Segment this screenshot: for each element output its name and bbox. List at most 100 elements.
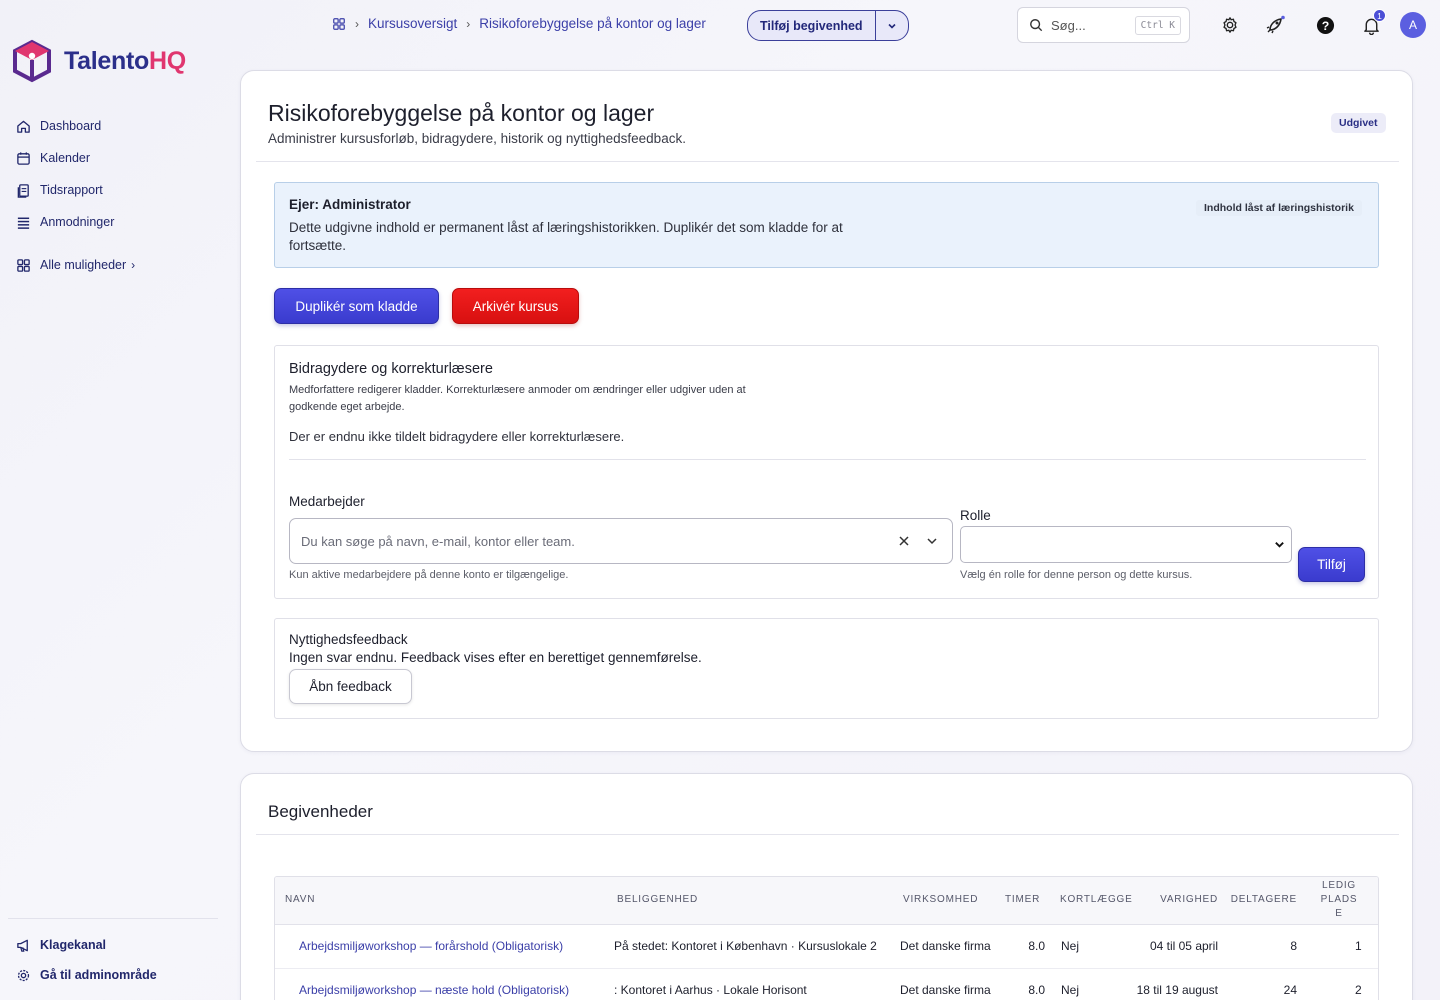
owner-label: Ejer: Administrator — [289, 197, 411, 212]
contributors-title: Bidragydere og korrekturlæsere — [289, 361, 493, 377]
column-header[interactable]: TIMER — [998, 877, 1047, 925]
divider — [256, 161, 1399, 162]
add-contributor-button[interactable]: Tilføj — [1298, 547, 1365, 582]
events-card: Begivenheder NAVN BELIGGENHED VIRKSOMHED… — [240, 773, 1413, 1000]
column-header[interactable]: VIRKSOMHED — [890, 877, 998, 925]
column-header[interactable]: VARIGHED — [1133, 877, 1223, 925]
sidebar-item-klagekanal[interactable]: Klagekanal — [8, 930, 218, 960]
rocket-icon[interactable] — [1264, 14, 1286, 36]
sidebar-item-kalender[interactable]: Kalender — [16, 142, 216, 174]
event-seats: 1 — [1307, 924, 1378, 969]
search-icon — [1030, 19, 1043, 32]
column-header[interactable]: BELIGGENHED — [603, 877, 890, 925]
logo-text: TalentoHQ — [64, 46, 186, 75]
sidebar-bottom: Klagekanal Gå til adminområde — [8, 918, 218, 990]
status-badge: Udgivet — [1331, 113, 1386, 133]
employee-label: Medarbejder — [289, 494, 365, 509]
chevron-right-icon: › — [466, 16, 471, 31]
notification-badge: 1 — [1373, 9, 1386, 22]
employee-combobox[interactable]: Du kan søge på navn, e-mail, kontor elle… — [289, 518, 953, 564]
page-title: Risikoforebyggelse på kontor og lager — [268, 100, 655, 126]
feedback-title: Nyttighedsfeedback — [289, 632, 408, 647]
events-title: Begivenheder — [268, 802, 373, 821]
role-select[interactable] — [960, 526, 1292, 563]
search-placeholder: Søg... — [1051, 17, 1086, 33]
chevron-down-icon[interactable] — [926, 535, 938, 547]
table-row[interactable]: Arbejdsmiljøworkshop — næste hold (Oblig… — [275, 968, 1378, 1000]
sidebar-item-label: Kalender — [40, 151, 91, 165]
contributors-empty: Der er endnu ikke tildelt bidragydere el… — [289, 429, 625, 444]
list-icon — [17, 217, 30, 229]
event-seats: 2 — [1307, 968, 1378, 1000]
sidebar-nav: Dashboard Kalender Tidsrapport Anmodning… — [16, 110, 216, 281]
add-event-button[interactable]: Tilføj begivenhed — [748, 11, 875, 40]
settings-icon[interactable] — [1219, 14, 1241, 36]
search-shortcut: Ctrl K — [1134, 15, 1181, 35]
grid-icon[interactable] — [332, 17, 346, 31]
column-header[interactable]: KORTLÆGGE — [1047, 877, 1133, 925]
breadcrumb-current[interactable]: Risikoforebyggelse på kontor og lager — [479, 16, 706, 31]
help-icon[interactable]: ? — [1314, 14, 1336, 36]
contributors-panel: Bidragydere og korrekturlæsere Medforfat… — [274, 345, 1379, 599]
event-mapping: Nej — [1047, 968, 1133, 1000]
sidebar-item-anmodninger[interactable]: Anmodninger — [16, 206, 216, 238]
role-hint: Vælg én rolle for denne person og dette … — [960, 569, 1193, 581]
bell-icon[interactable]: 1 — [1360, 9, 1386, 36]
feedback-text: Ingen svar endnu. Feedback vises efter e… — [289, 650, 702, 665]
search-input[interactable]: Søg... Ctrl K — [1017, 7, 1190, 43]
employee-hint: Kun aktive medarbejdere på denne konto e… — [289, 569, 569, 581]
lock-notice: Dette udgivne indhold er permanent låst … — [289, 220, 843, 253]
megaphone-icon — [17, 939, 28, 952]
lock-badge: Indhold låst af læringshistorik — [1196, 200, 1362, 216]
breadcrumb-link[interactable]: Kursusoversigt — [368, 16, 457, 31]
document-icon — [17, 183, 29, 198]
divider — [289, 459, 1366, 460]
column-header[interactable]: NAVN — [275, 877, 603, 925]
sidebar-item-label: Gå til adminområde — [40, 968, 157, 982]
employee-placeholder: Du kan søge på navn, e-mail, kontor elle… — [301, 533, 575, 549]
chevron-right-icon: › — [355, 16, 359, 31]
chevron-down-icon — [887, 23, 896, 29]
event-hours: 8.0 — [998, 968, 1047, 1000]
table-row[interactable]: Arbejdsmiljøworkshop — forårshold (Oblig… — [275, 924, 1378, 969]
archive-course-button[interactable]: Arkivér kursus — [452, 288, 579, 324]
event-company: Det danske firma — [890, 968, 998, 1000]
sidebar-item-label: Anmodninger — [40, 215, 115, 229]
page-subtitle: Administrer kursusforløb, bidragydere, h… — [268, 131, 686, 146]
event-name-link[interactable]: Arbejdsmiljøworkshop — næste hold (Oblig… — [275, 968, 603, 1000]
add-event-split-button: Tilføj begivenhed — [747, 10, 909, 41]
event-company: Det danske firma — [890, 924, 998, 969]
sidebar-item-admin[interactable]: Gå til adminområde — [8, 960, 218, 990]
sidebar-item-label: Alle muligheder — [40, 258, 127, 272]
home-icon — [17, 120, 30, 133]
event-location: : Kontoret i Aarhus · Lokale Horisont — [603, 968, 890, 1000]
topbar: › Kursusoversigt › Risikoforebyggelse på… — [0, 0, 1440, 50]
event-duration: 18 til 19 august — [1133, 968, 1223, 1000]
event-name-link[interactable]: Arbejdsmiljøworkshop — forårshold (Oblig… — [275, 924, 603, 969]
event-participants: 8 — [1223, 924, 1307, 969]
events-table: NAVN BELIGGENHED VIRKSOMHED TIMER KORTLÆ… — [274, 876, 1379, 1000]
course-card: Risikoforebyggelse på kontor og lager Ad… — [240, 70, 1413, 752]
calendar-icon — [17, 151, 30, 165]
sidebar-item-all-options[interactable]: Alle muligheder › — [16, 249, 216, 281]
open-feedback-button[interactable]: Åbn feedback — [289, 669, 412, 704]
avatar[interactable]: A — [1400, 12, 1426, 38]
sidebar-item-label: Dashboard — [40, 119, 102, 133]
gear-icon — [17, 969, 30, 981]
sidebar-item-label: Klagekanal — [40, 938, 107, 952]
clear-icon[interactable] — [898, 535, 910, 547]
duplicate-draft-button[interactable]: Duplikér som kladde — [274, 288, 439, 324]
chevron-right-icon: › — [131, 258, 136, 272]
sidebar-item-dashboard[interactable]: Dashboard — [16, 110, 216, 142]
sidebar-item-label: Tidsrapport — [40, 183, 103, 197]
column-header[interactable]: LEDIG PLADSE — [1307, 877, 1378, 925]
divider — [256, 834, 1399, 835]
add-event-dropdown[interactable] — [874, 11, 908, 40]
event-duration: 04 til 05 april — [1133, 924, 1223, 969]
grid-icon — [17, 258, 30, 272]
sidebar-item-tidsrapport[interactable]: Tidsrapport — [16, 174, 216, 206]
event-hours: 8.0 — [998, 924, 1047, 969]
event-participants: 24 — [1223, 968, 1307, 1000]
column-header[interactable]: DELTAGERE — [1223, 877, 1307, 925]
event-mapping: Nej — [1047, 924, 1133, 969]
